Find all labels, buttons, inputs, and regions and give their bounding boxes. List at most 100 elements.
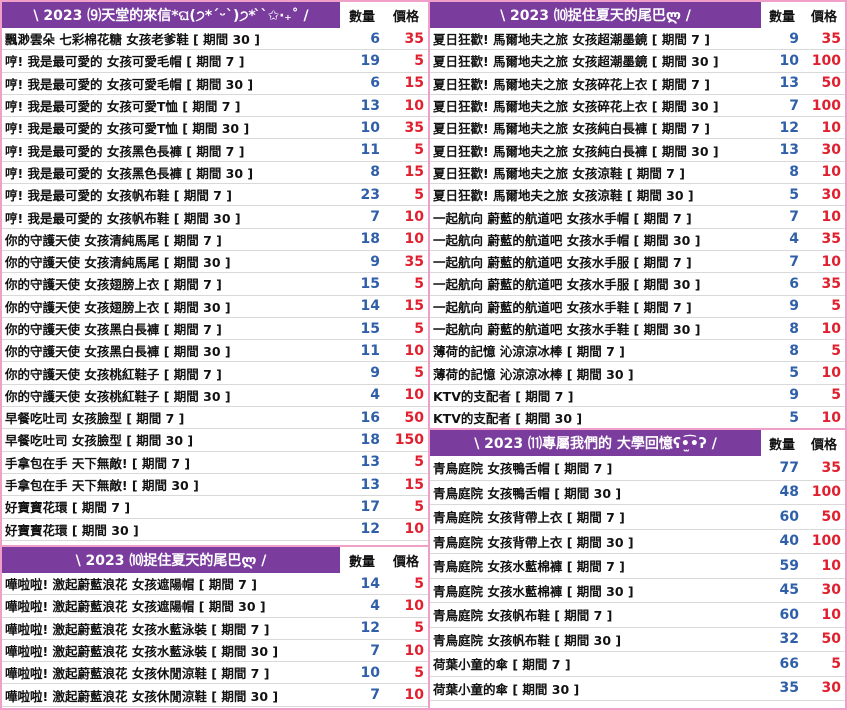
item-price: 10 [821,119,841,136]
item-qty: 18 [360,431,380,448]
item-price: 5 [831,298,841,315]
table-row: 夏日狂歡! 馬爾地夫之旅 女孩涼鞋 [ 期間 7 ] 8 10 [430,162,845,185]
item-name: 夏日狂歡! 馬爾地夫之旅 女孩碎花上衣 [ 期間 30 ] [433,99,719,115]
item-price: 35 [821,459,841,476]
table-row: 好寶寶花環 [ 期間 30 ] 12 10 [2,519,428,541]
item-price: 100 [811,97,841,114]
table-row: 一起航向 蔚藍的航道吧 女孩水手帽 [ 期間 30 ] 4 35 [430,229,845,251]
item-qty: 48 [779,484,799,501]
item-price: 10 [404,687,424,704]
item-price: 30 [821,582,841,599]
item-price: 10 [404,642,424,659]
item-qty: 60 [779,508,799,525]
item-price: 35 [821,30,841,47]
item-price: 5 [414,365,424,382]
item-qty: 60 [779,606,799,623]
item-name: 嘩啦啦! 激起蔚藍浪花 女孩水藍泳裝 [ 期間 7 ] [5,621,270,637]
item-price: 5 [831,342,841,359]
table-row: 夏日狂歡! 馬爾地夫之旅 女孩涼鞋 [ 期間 30 ] 5 30 [430,184,845,207]
item-name: 嘩啦啦! 激起蔚藍浪花 女孩休閒涼鞋 [ 期間 30 ] [5,688,279,704]
item-qty: 66 [779,655,799,672]
item-name: 好寶寶花環 [ 期間 7 ] [5,500,131,516]
item-name: 哼! 我是最可愛的 女孩帆布鞋 [ 期間 30 ] [5,210,241,226]
item-price: 5 [414,52,424,69]
table-row: 嘩啦啦! 激起蔚藍浪花 女孩遮陽帽 [ 期間 7 ] 14 5 [2,573,428,596]
table-row: 荷葉小童的傘 [ 期間 7 ] 66 5 [430,652,845,677]
item-qty: 5 [789,365,799,382]
qty-header: 數量 [761,430,803,456]
table-row: 薄荷的記憶 沁涼涼冰棒 [ 期間 30 ] 5 10 [430,362,845,385]
table-row: 哼! 我是最可愛的 女孩帆布鞋 [ 期間 7 ] 23 5 [2,184,428,207]
item-price: 15 [404,164,424,181]
item-price: 10 [404,387,424,404]
item-qty: 45 [779,582,799,599]
item-qty: 12 [779,119,799,136]
table-row: 哼! 我是最可愛的 女孩可愛T恤 [ 期間 30 ] 10 35 [2,117,428,140]
item-qty: 7 [370,209,380,226]
item-qty: 18 [360,231,380,248]
item-qty: 12 [360,521,380,538]
item-name: 嘩啦啦! 激起蔚藍浪花 女孩遮陽帽 [ 期間 30 ] [5,599,266,615]
table-row: 夏日狂歡! 馬爾地夫之旅 女孩碎花上衣 [ 期間 30 ] 7 100 [430,95,845,118]
item-name: 飄渺雲朵 七彩棉花糖 女孩老爹鞋 [ 期間 30 ] [5,32,260,48]
panel-title: \ 2023 ⑾專屬我們的 大學回憶ʕ•̫͡•ʔ / [430,430,761,456]
table-row: 飄渺雲朵 七彩棉花糖 女孩老爹鞋 [ 期間 30 ] 6 35 [2,28,428,51]
item-qty: 8 [370,164,380,181]
table-row: 手拿包在手 天下無敵! [ 期間 7 ] 13 5 [2,452,428,474]
item-list: 夏日狂歡! 馬爾地夫之旅 女孩超潮墨鏡 [ 期間 7 ] 9 35 夏日狂歡! 馬爾地… [430,28,845,428]
item-name: 青鳥庭院 女孩帆布鞋 [ 期間 7 ] [433,608,613,624]
item-qty: 4 [370,387,380,404]
item-name: 夏日狂歡! 馬爾地夫之旅 女孩超潮墨鏡 [ 期間 30 ] [433,54,719,70]
item-qty: 8 [789,342,799,359]
table-row: 青鳥庭院 女孩背帶上衣 [ 期間 30 ] 40 100 [430,530,845,554]
item-name: 你的守護天使 女孩清純馬尾 [ 期間 7 ] [5,232,222,248]
item-qty: 5 [789,186,799,203]
item-name: 你的守護天使 女孩桃紅鞋子 [ 期間 30 ] [5,388,231,404]
item-price: 100 [811,533,841,550]
item-name: 荷葉小童的傘 [ 期間 30 ] [433,681,580,697]
table-row: 嘩啦啦! 激起蔚藍浪花 女孩休閒涼鞋 [ 期間 7 ] 10 5 [2,662,428,685]
item-qty: 17 [360,498,380,515]
table-row: 一起航向 蔚藍的航道吧 女孩水手鞋 [ 期間 7 ] 9 5 [430,296,845,318]
item-price: 10 [821,164,841,181]
item-name: 哼! 我是最可愛的 女孩可愛T恤 [ 期間 30 ] [5,121,250,137]
item-name: 你的守護天使 女孩翅膀上衣 [ 期間 30 ] [5,299,231,315]
item-price: 10 [404,209,424,226]
item-price: 5 [414,454,424,471]
item-price: 35 [404,119,424,136]
item-price: 5 [414,186,424,203]
panel-title: \ 2023 ⑼天堂的來信*ଘ(੭*ˊᵕˋ)੭* ̀ˋ✩‧₊˚ / [2,2,340,28]
item-name: 你的守護天使 女孩清純馬尾 [ 期間 30 ] [5,255,231,271]
table-row: 哼! 我是最可愛的 女孩黑色長褲 [ 期間 30 ] 8 15 [2,162,428,185]
item-name: 你的守護天使 女孩翅膀上衣 [ 期間 7 ] [5,277,222,293]
item-price: 30 [821,680,841,697]
item-price: 5 [414,320,424,337]
price-header: 價格 [803,2,845,28]
item-price: 5 [414,664,424,681]
item-price: 10 [404,342,424,359]
table-row: 青鳥庭院 女孩水藍棉褲 [ 期間 7 ] 59 10 [430,554,845,579]
item-price: 5 [414,275,424,292]
table-row: KTV的支配者 [ 期間 30 ] 5 10 [430,407,845,428]
item-name: 夏日狂歡! 馬爾地夫之旅 女孩超潮墨鏡 [ 期間 7 ] [433,32,710,48]
table-row: 夏日狂歡! 馬爾地夫之旅 女孩超潮墨鏡 [ 期間 30 ] 10 100 [430,50,845,73]
item-qty: 32 [779,631,799,648]
panel-bottom-left: \ 2023 ⑽捉住夏天的尾巴ლ / 數量 價格 嘩啦啦! 激起蔚藍浪花 女孩遮… [0,545,430,710]
item-qty: 40 [779,533,799,550]
item-price: 10 [821,209,841,226]
table-row: 青鳥庭院 女孩鴨舌帽 [ 期間 30 ] 48 100 [430,481,845,505]
item-price: 35 [404,253,424,270]
item-list: 青鳥庭院 女孩鴨舌帽 [ 期間 7 ] 77 35 青鳥庭院 女孩鴨舌帽 [ 期間 3… [430,456,845,701]
item-qty: 7 [789,253,799,270]
item-price: 10 [821,253,841,270]
item-list: 飄渺雲朵 七彩棉花糖 女孩老爹鞋 [ 期間 30 ] 6 35 哼! 我是最可愛的 女… [2,28,428,541]
item-name: 一起航向 蔚藍的航道吧 女孩水手帽 [ 期間 7 ] [433,210,692,226]
item-list: 嘩啦啦! 激起蔚藍浪花 女孩遮陽帽 [ 期間 7 ] 14 5 嘩啦啦! 激起蔚藍浪花… [2,573,428,707]
item-qty: 13 [360,476,380,493]
item-price: 5 [831,655,841,672]
item-name: 一起航向 蔚藍的航道吧 女孩水手服 [ 期間 7 ] [433,255,692,271]
item-price: 150 [394,431,424,448]
price-header: 價格 [384,2,428,28]
item-price: 35 [404,30,424,47]
table-row: 你的守護天使 女孩黑白長褲 [ 期間 30 ] 11 10 [2,340,428,363]
